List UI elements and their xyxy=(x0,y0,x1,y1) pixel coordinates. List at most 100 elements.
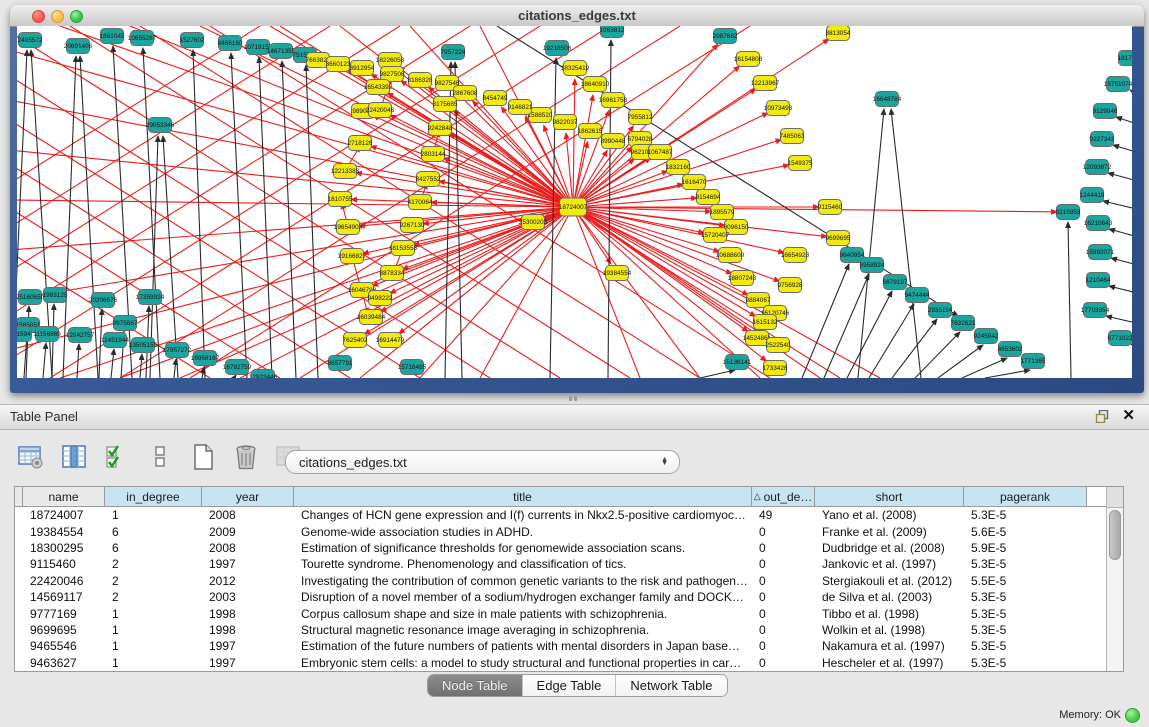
network-node[interactable]: 6771022 xyxy=(1108,331,1132,346)
network-hub-node[interactable]: 18724007 xyxy=(559,198,588,216)
table-selector-dropdown[interactable]: citations_edges.txt ▲▼ xyxy=(285,450,680,474)
network-node[interactable]: 19166827 xyxy=(338,249,367,264)
column-header-short[interactable]: short xyxy=(815,487,964,507)
network-node[interactable]: 3175685 xyxy=(433,97,458,112)
network-node[interactable]: 15992071 xyxy=(1086,245,1115,260)
network-node[interactable]: 16648784 xyxy=(873,92,902,107)
column-visibility-button[interactable] xyxy=(59,442,89,472)
network-node[interactable]: 2935114 xyxy=(928,303,953,318)
network-node[interactable]: 9129946 xyxy=(1093,104,1118,119)
network-node[interactable]: 19654903 xyxy=(334,220,363,235)
network-node[interactable]: 16958167 xyxy=(191,351,220,366)
network-node[interactable]: 16654923 xyxy=(781,248,810,263)
network-node[interactable]: 15720407 xyxy=(701,228,730,243)
network-node[interactable]: 1063812 xyxy=(600,26,625,38)
tab-edge-table[interactable]: Edge Table xyxy=(523,675,617,696)
network-node[interactable]: 9227343 xyxy=(1090,132,1115,147)
network-node[interactable]: 10973493 xyxy=(764,101,793,116)
column-header-gutter[interactable] xyxy=(15,487,23,507)
table-row[interactable]: 1872400712008Changes of HCN gene express… xyxy=(15,507,1123,523)
table-row[interactable]: 1456911722003Disruption of a novel membe… xyxy=(15,589,1123,605)
network-node[interactable]: 2718126 xyxy=(348,136,373,151)
tab-network-table[interactable]: Network Table xyxy=(616,675,726,696)
network-node[interactable]: 8186328 xyxy=(408,73,433,88)
network-node[interactable]: 15716485 xyxy=(398,360,427,375)
network-node[interactable]: 6879197 xyxy=(883,275,908,290)
network-node[interactable]: 8958924 xyxy=(860,258,885,273)
network-node[interactable]: 1993125 xyxy=(43,288,68,303)
network-node[interactable]: 8990448 xyxy=(601,134,626,149)
network-node[interactable]: 19218506 xyxy=(543,41,572,56)
network-node[interactable]: 8466160 xyxy=(218,36,243,51)
network-node[interactable]: 18640910 xyxy=(581,77,610,92)
network-node[interactable]: 391594 xyxy=(17,327,32,342)
network-node[interactable]: 9245042 xyxy=(974,329,999,344)
network-node[interactable]: 10655287 xyxy=(128,31,157,46)
network-node[interactable]: 7625402 xyxy=(343,333,368,348)
table-row[interactable]: 969969511998Structural magnetic resonanc… xyxy=(15,622,1123,638)
network-node[interactable]: 17957272 xyxy=(163,343,192,358)
network-node[interactable]: 9267130 xyxy=(400,218,425,233)
deselect-all-button[interactable] xyxy=(145,442,175,472)
network-node[interactable]: 9242848 xyxy=(428,121,453,136)
network-node[interactable]: 25160650 xyxy=(17,290,45,305)
network-node[interactable]: 13505155 xyxy=(129,338,158,353)
vertical-scrollbar[interactable] xyxy=(1106,487,1123,671)
network-node[interactable]: 3912954 xyxy=(350,61,375,76)
column-header-out_degree[interactable]: △out_de… xyxy=(752,487,815,507)
network-node[interactable]: 9474444 xyxy=(905,288,930,303)
network-node[interactable]: 18226058 xyxy=(376,53,405,68)
network-node[interactable]: 2405572 xyxy=(18,33,43,48)
network-node[interactable]: 29053346 xyxy=(146,118,175,133)
scrollbar-thumb[interactable] xyxy=(1109,510,1121,560)
network-node[interactable]: 9756928 xyxy=(778,278,803,293)
network-node[interactable]: 16039484 xyxy=(357,310,386,325)
network-node[interactable]: 10688609 xyxy=(716,248,745,263)
network-node[interactable]: 7485063 xyxy=(780,129,805,144)
network-node[interactable]: 16210643 xyxy=(1084,216,1113,231)
table-row[interactable]: 977716911998Corpus callosum shape and si… xyxy=(15,605,1123,621)
network-node[interactable]: 1771365 xyxy=(1021,354,1046,369)
network-node[interactable]: 1895579 xyxy=(710,205,735,220)
network-node[interactable]: 16543392 xyxy=(364,80,393,95)
network-node[interactable]: 14671355 xyxy=(267,44,296,59)
network-node[interactable]: 1810755 xyxy=(328,192,353,207)
network-node[interactable]: 4170064 xyxy=(408,195,433,210)
network-node[interactable]: 17703354 xyxy=(1081,303,1110,318)
network-node[interactable]: 9146821 xyxy=(508,100,533,115)
table-row[interactable]: 946554611997Estimation of the future num… xyxy=(15,638,1123,654)
network-node[interactable]: 12923446 xyxy=(249,370,278,379)
network-node[interactable]: 18153553 xyxy=(389,241,418,256)
tab-node-table[interactable]: Node Table xyxy=(428,675,523,696)
table-row[interactable]: 2242004622012Investigating the contribut… xyxy=(15,573,1123,589)
citation-network-graph[interactable]: 2405572206914061861045106552871527602846… xyxy=(17,26,1132,378)
network-node[interactable]: 12213383 xyxy=(331,164,360,179)
table-row[interactable]: 1938455462009Genome-wide association stu… xyxy=(15,523,1123,539)
network-node[interactable]: 8454749 xyxy=(483,91,508,106)
column-header-in_degree[interactable]: in_degree xyxy=(105,487,202,507)
network-node[interactable]: 2087682 xyxy=(713,29,738,44)
network-node[interactable]: 7957224 xyxy=(441,45,466,60)
network-node[interactable]: 1861045 xyxy=(100,29,125,44)
column-header-name[interactable]: name xyxy=(23,487,105,507)
network-node[interactable]: 16961758 xyxy=(599,93,628,108)
network-node[interactable]: 1862615 xyxy=(578,124,603,139)
network-node[interactable]: 1616470 xyxy=(682,175,707,190)
network-node[interactable]: 20691406 xyxy=(64,39,93,54)
network-window-titlebar[interactable]: citations_edges.txt xyxy=(10,5,1144,27)
network-node[interactable]: 25300203 xyxy=(519,215,548,230)
network-node[interactable]: 7632621 xyxy=(951,316,976,331)
network-node[interactable]: 9154694 xyxy=(696,190,721,205)
new-column-button[interactable] xyxy=(188,442,218,472)
network-node[interactable]: 16914479 xyxy=(376,333,405,348)
table-mode-button[interactable] xyxy=(16,442,46,472)
delete-column-button[interactable] xyxy=(231,442,261,472)
network-node[interactable]: 8813054 xyxy=(826,26,851,41)
network-node[interactable]: 8878334 xyxy=(380,266,405,281)
network-node[interactable]: 11451944 xyxy=(101,333,129,348)
network-node[interactable]: 1549375 xyxy=(788,156,813,171)
network-node[interactable]: 11156869 xyxy=(33,327,61,342)
network-node[interactable]: 8653602 xyxy=(998,342,1023,357)
network-node[interactable]: 8427552 xyxy=(416,172,441,187)
network-node[interactable]: 12942757 xyxy=(66,328,95,343)
